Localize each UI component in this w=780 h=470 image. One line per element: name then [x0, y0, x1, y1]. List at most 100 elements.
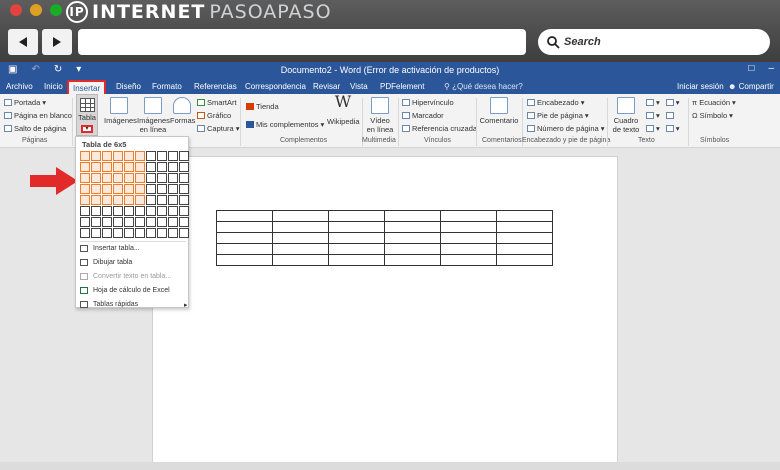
- table-cell[interactable]: [440, 232, 497, 244]
- table-grid-cell[interactable]: [157, 228, 167, 238]
- table-cell[interactable]: [216, 221, 273, 233]
- table-grid-cell[interactable]: [168, 195, 178, 205]
- table-cell[interactable]: [496, 243, 553, 255]
- sign-in-link[interactable]: Iniciar sesión: [677, 82, 724, 91]
- table-grid-cell[interactable]: [157, 217, 167, 227]
- table-grid-cell[interactable]: [179, 162, 189, 172]
- address-bar[interactable]: [78, 29, 526, 55]
- table-grid-cell[interactable]: [80, 173, 90, 183]
- table-cell[interactable]: [384, 254, 441, 266]
- footer-button[interactable]: Pie de página ▾: [527, 111, 589, 120]
- table-grid-cell[interactable]: [135, 195, 145, 205]
- table-grid-cell[interactable]: [157, 206, 167, 216]
- equation-button[interactable]: π Ecuación ▾: [692, 98, 736, 107]
- table-grid-cell[interactable]: [157, 184, 167, 194]
- document-page[interactable]: [152, 156, 618, 470]
- close-window-button[interactable]: [10, 4, 22, 16]
- table-cell[interactable]: [272, 243, 329, 255]
- forward-button[interactable]: [42, 29, 72, 55]
- table-grid-cell[interactable]: [146, 217, 156, 227]
- table-cell[interactable]: [384, 210, 441, 222]
- table-grid-cell[interactable]: [102, 151, 112, 161]
- table-grid-cell[interactable]: [113, 228, 123, 238]
- table-grid-cell[interactable]: [113, 195, 123, 205]
- table-grid-cell[interactable]: [102, 184, 112, 194]
- quick-tables-item[interactable]: Tablas rápidas ▸: [80, 301, 188, 309]
- table-grid-cell[interactable]: [168, 162, 178, 172]
- table-grid-cell[interactable]: [146, 173, 156, 183]
- tab-revisar[interactable]: Revisar: [313, 82, 340, 91]
- table-grid-cell[interactable]: [113, 162, 123, 172]
- table-grid-cell[interactable]: [135, 206, 145, 216]
- online-images-button[interactable]: Imágenes en línea: [137, 97, 170, 134]
- table-cell[interactable]: [384, 221, 441, 233]
- text-box-button[interactable]: Cuadro de texto: [610, 97, 642, 134]
- table-button[interactable]: Tabla ▾: [76, 94, 98, 136]
- table-grid-cell[interactable]: [168, 184, 178, 194]
- online-video-button[interactable]: Vídeo en línea: [366, 97, 394, 134]
- screenshot-button[interactable]: Captura ▾: [197, 124, 239, 133]
- shapes-button[interactable]: Formas: [170, 97, 195, 125]
- table-grid-cell[interactable]: [135, 173, 145, 183]
- table-grid-cell[interactable]: [91, 162, 101, 172]
- cross-reference-button[interactable]: Referencia cruzada: [402, 124, 477, 133]
- table-cell[interactable]: [216, 232, 273, 244]
- tab-correspondencia[interactable]: Correspondencia: [245, 82, 306, 91]
- table-grid-cell[interactable]: [124, 162, 134, 172]
- table-grid-cell[interactable]: [179, 217, 189, 227]
- table-grid-cell[interactable]: [102, 195, 112, 205]
- table-cell[interactable]: [328, 254, 385, 266]
- images-button[interactable]: Imágenes: [104, 97, 137, 125]
- table-grid-cell[interactable]: [168, 151, 178, 161]
- table-grid-cell[interactable]: [179, 228, 189, 238]
- search-input[interactable]: Search: [538, 29, 770, 55]
- table-size-grid[interactable]: [80, 151, 189, 238]
- table-grid-cell[interactable]: [179, 184, 189, 194]
- bookmark-button[interactable]: Marcador: [402, 111, 444, 120]
- hyperlink-button[interactable]: Hipervínculo: [402, 98, 454, 107]
- smartart-button[interactable]: SmartArt: [197, 98, 237, 107]
- table-grid-cell[interactable]: [91, 195, 101, 205]
- table-grid-cell[interactable]: [80, 162, 90, 172]
- table-grid-cell[interactable]: [146, 162, 156, 172]
- share-button[interactable]: ☻ Compartir: [728, 82, 774, 91]
- minimize-icon[interactable]: –: [768, 63, 774, 74]
- table-cell[interactable]: [440, 254, 497, 266]
- table-grid-cell[interactable]: [179, 206, 189, 216]
- table-grid-cell[interactable]: [157, 173, 167, 183]
- table-grid-cell[interactable]: [80, 151, 90, 161]
- table-grid-cell[interactable]: [124, 228, 134, 238]
- table-grid-cell[interactable]: [124, 173, 134, 183]
- table-grid-cell[interactable]: [91, 206, 101, 216]
- table-grid-cell[interactable]: [179, 195, 189, 205]
- insert-table-item[interactable]: Insertar tabla...: [80, 245, 140, 252]
- table-grid-cell[interactable]: [102, 162, 112, 172]
- table-grid-cell[interactable]: [146, 184, 156, 194]
- tab-pdfelement[interactable]: PDFelement: [380, 82, 424, 91]
- table-grid-cell[interactable]: [102, 173, 112, 183]
- table-grid-cell[interactable]: [135, 228, 145, 238]
- blank-page-button[interactable]: Página en blanco: [4, 111, 72, 120]
- table-grid-cell[interactable]: [168, 173, 178, 183]
- table-cell[interactable]: [272, 232, 329, 244]
- page-number-button[interactable]: Número de página ▾: [527, 124, 604, 133]
- table-grid-cell[interactable]: [146, 228, 156, 238]
- table-grid-cell[interactable]: [146, 195, 156, 205]
- table-cell[interactable]: [496, 221, 553, 233]
- table-grid-cell[interactable]: [124, 184, 134, 194]
- table-grid-cell[interactable]: [91, 184, 101, 194]
- draw-table-item[interactable]: Dibujar tabla: [80, 259, 132, 266]
- table-grid-cell[interactable]: [168, 217, 178, 227]
- table-grid-cell[interactable]: [157, 151, 167, 161]
- tab-inicio[interactable]: Inicio: [44, 82, 63, 91]
- table-cell[interactable]: [328, 243, 385, 255]
- table-cell[interactable]: [496, 254, 553, 266]
- table-grid-cell[interactable]: [113, 217, 123, 227]
- table-grid-cell[interactable]: [135, 151, 145, 161]
- table-grid-cell[interactable]: [113, 173, 123, 183]
- table-grid-cell[interactable]: [135, 217, 145, 227]
- table-cell[interactable]: [440, 243, 497, 255]
- table-grid-cell[interactable]: [168, 228, 178, 238]
- header-button[interactable]: Encabezado ▾: [527, 98, 584, 107]
- table-grid-cell[interactable]: [80, 206, 90, 216]
